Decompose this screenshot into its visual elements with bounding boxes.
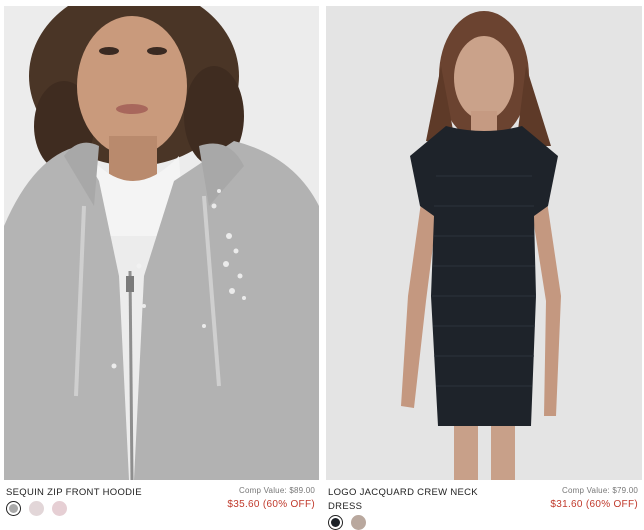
sale-price: $31.60 (60% OFF) <box>550 499 638 510</box>
hoodie-photo <box>4 6 319 480</box>
comp-value: Comp Value: $89.00 <box>239 486 315 495</box>
product-name[interactable]: LOGO JACQUARD CREW NECK DRESS <box>328 486 498 514</box>
swatch-light-pink[interactable] <box>29 501 44 516</box>
product-grid: SEQUIN ZIP FRONT HOODIE Comp Value: $89.… <box>0 0 644 530</box>
sale-price: $35.60 (60% OFF) <box>227 499 315 510</box>
swatch-rose[interactable] <box>52 501 67 516</box>
color-swatches <box>328 515 366 530</box>
color-swatches <box>6 501 67 516</box>
product-info-hoodie: SEQUIN ZIP FRONT HOODIE Comp Value: $89.… <box>4 486 317 530</box>
dress-photo <box>326 6 642 480</box>
product-info-dress: LOGO JACQUARD CREW NECK DRESS Comp Value… <box>326 486 640 530</box>
product-image-hoodie[interactable] <box>4 6 319 480</box>
comp-value: Comp Value: $79.00 <box>562 486 638 495</box>
product-name[interactable]: SEQUIN ZIP FRONT HOODIE <box>6 486 142 500</box>
swatch-black[interactable] <box>328 515 343 530</box>
swatch-heather-grey[interactable] <box>6 501 21 516</box>
product-image-dress[interactable] <box>326 6 642 480</box>
swatch-taupe[interactable] <box>351 515 366 530</box>
